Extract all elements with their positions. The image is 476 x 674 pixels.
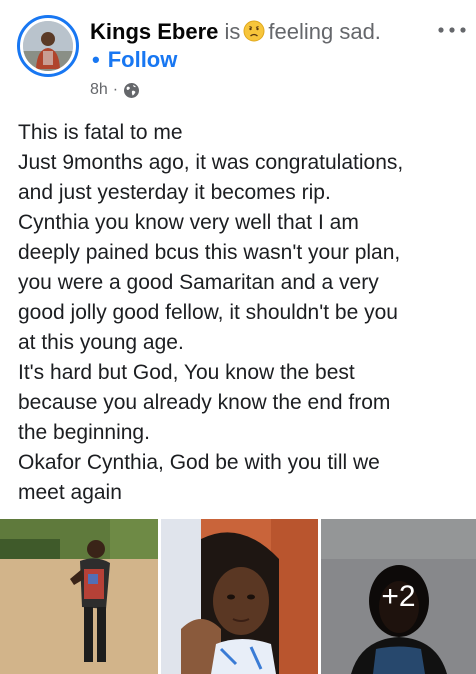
post-text-line: good jolly good fellow, it shouldn't be … (18, 301, 398, 324)
post-text-line: meet again (18, 481, 122, 504)
more-options-button[interactable] (436, 22, 468, 38)
post-text-line: Okafor Cynthia, God be with you till we (18, 451, 380, 474)
post-text-line: deeply pained bcus this wasn't your plan… (18, 241, 401, 264)
post-text: This is fatal to me Just 9months ago, it… (18, 118, 476, 508)
follow-dot: • (92, 47, 100, 72)
post-photo-1[interactable] (0, 519, 158, 674)
more-photos-overlay[interactable]: +2 (321, 519, 476, 674)
post-text-line: because you already know the end from (18, 391, 391, 414)
author-line: Kings Ebere is feeling sad. (90, 18, 381, 46)
avatar-photo (23, 21, 73, 71)
post-text-line: Just 9months ago, it was congratulations… (18, 151, 404, 174)
meta-separator: · (112, 81, 119, 98)
post-photo-2[interactable] (161, 519, 318, 674)
post-text-line: It's hard but God, You know the best (18, 361, 355, 384)
globe-icon[interactable] (123, 82, 140, 99)
post-meta: 8h · (90, 80, 140, 100)
post-text-line: This is fatal to me (18, 121, 183, 144)
post-text-line: at this young age. (18, 331, 184, 354)
post-text-line: Cynthia you know very well that I am (18, 211, 359, 234)
more-options-icon (438, 27, 466, 33)
post-header: Kings Ebere is feeling sad. • Follow 8h · (0, 0, 476, 110)
activity-text: feeling sad. (268, 19, 381, 44)
sad-face-emoji-icon (243, 20, 265, 42)
post-photo-3[interactable]: +2 (321, 519, 476, 674)
post-text-line: and just yesterday it becomes rip. (18, 181, 331, 204)
activity-prefix: is (224, 19, 241, 44)
follow-line: • Follow (92, 46, 177, 74)
follow-button[interactable]: Follow (108, 47, 178, 72)
more-photos-count: +2 (381, 579, 416, 613)
post-text-line: the beginning. (18, 421, 150, 444)
post-text-line: you were a good Samaritan and a very (18, 271, 379, 294)
author-name[interactable]: Kings Ebere (90, 19, 218, 44)
photo-grid: +2 (0, 519, 476, 674)
author-avatar[interactable] (17, 15, 79, 77)
post-timestamp[interactable]: 8h (90, 80, 108, 100)
